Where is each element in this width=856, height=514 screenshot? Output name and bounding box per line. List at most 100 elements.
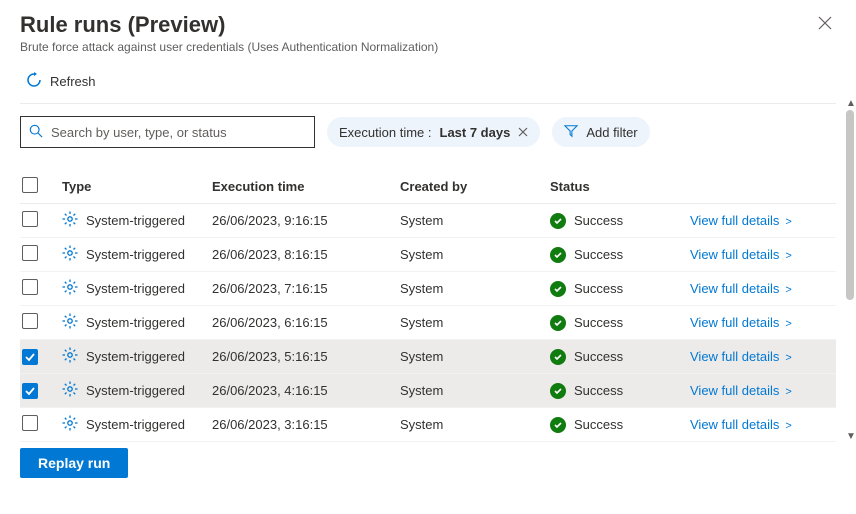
close-icon (818, 16, 832, 30)
refresh-icon (26, 72, 42, 91)
search-box[interactable] (20, 116, 315, 148)
search-icon (29, 124, 43, 141)
close-button[interactable] (814, 12, 836, 39)
gear-icon (62, 347, 78, 366)
type-label: System-triggered (86, 349, 185, 364)
status-label: Success (574, 417, 623, 432)
success-icon (550, 349, 566, 365)
status-label: Success (574, 349, 623, 364)
page-subtitle: Brute force attack against user credenti… (20, 40, 438, 54)
view-details-link[interactable]: View full details > (690, 417, 792, 432)
add-filter-button[interactable]: Add filter (552, 117, 649, 147)
col-status[interactable]: Status (550, 179, 690, 194)
col-exec-time[interactable]: Execution time (212, 179, 400, 194)
scroll-up-icon[interactable]: ▲ (846, 98, 856, 109)
table-row[interactable]: System-triggered 26/06/2023, 6:16:15Syste… (20, 306, 836, 340)
chevron-right-icon: > (782, 318, 791, 330)
chevron-right-icon: > (782, 386, 791, 398)
add-filter-label: Add filter (586, 125, 637, 140)
created-by-cell: System (400, 383, 550, 398)
table-row[interactable]: System-triggered 26/06/2023, 3:16:15Syste… (20, 408, 836, 442)
type-label: System-triggered (86, 247, 185, 262)
gear-icon (62, 415, 78, 434)
row-checkbox[interactable] (22, 211, 38, 227)
gear-icon (62, 381, 78, 400)
success-icon (550, 281, 566, 297)
view-details-link[interactable]: View full details > (690, 315, 792, 330)
exec-time-cell: 26/06/2023, 4:16:15 (212, 383, 400, 398)
created-by-cell: System (400, 213, 550, 228)
exec-time-cell: 26/06/2023, 7:16:15 (212, 281, 400, 296)
filter-pill-value: Last 7 days (440, 125, 511, 140)
refresh-button[interactable]: Refresh (20, 68, 102, 95)
gear-icon (62, 279, 78, 298)
status-label: Success (574, 247, 623, 262)
success-icon (550, 315, 566, 331)
row-checkbox[interactable] (22, 279, 38, 295)
select-all-checkbox[interactable] (22, 177, 38, 193)
replay-run-button[interactable]: Replay run (20, 448, 128, 478)
table-header: Type Execution time Created by Status (20, 170, 836, 204)
created-by-cell: System (400, 417, 550, 432)
view-details-link[interactable]: View full details > (690, 383, 792, 398)
status-label: Success (574, 213, 623, 228)
created-by-cell: System (400, 315, 550, 330)
filter-pill-remove[interactable] (518, 125, 528, 140)
row-checkbox[interactable] (22, 415, 38, 431)
exec-time-cell: 26/06/2023, 3:16:15 (212, 417, 400, 432)
filter-icon (564, 124, 578, 141)
status-label: Success (574, 315, 623, 330)
table-row[interactable]: System-triggered 26/06/2023, 7:16:15Syste… (20, 272, 836, 306)
chevron-right-icon: > (782, 352, 791, 364)
success-icon (550, 417, 566, 433)
filter-pill-execution-time[interactable]: Execution time : Last 7 days (327, 117, 540, 147)
success-icon (550, 247, 566, 263)
filter-pill-label: Execution time : (339, 125, 432, 140)
rule-runs-table: Type Execution time Created by Status Sy… (20, 170, 836, 442)
exec-time-cell: 26/06/2023, 8:16:15 (212, 247, 400, 262)
scrollbar-thumb[interactable] (846, 110, 854, 300)
chevron-right-icon: > (782, 284, 791, 296)
type-label: System-triggered (86, 315, 185, 330)
page-title: Rule runs (Preview) (20, 12, 438, 38)
table-row[interactable]: System-triggered 26/06/2023, 5:16:15Syste… (20, 340, 836, 374)
type-label: System-triggered (86, 383, 185, 398)
gear-icon (62, 245, 78, 264)
type-label: System-triggered (86, 417, 185, 432)
created-by-cell: System (400, 247, 550, 262)
view-details-link[interactable]: View full details > (690, 349, 792, 364)
search-input[interactable] (51, 125, 306, 140)
view-details-link[interactable]: View full details > (690, 247, 792, 262)
exec-time-cell: 26/06/2023, 6:16:15 (212, 315, 400, 330)
col-type[interactable]: Type (62, 179, 212, 194)
table-row[interactable]: System-triggered 26/06/2023, 4:16:15Syste… (20, 374, 836, 408)
chevron-right-icon: > (782, 250, 791, 262)
view-details-link[interactable]: View full details > (690, 281, 792, 296)
exec-time-cell: 26/06/2023, 9:16:15 (212, 213, 400, 228)
gear-icon (62, 211, 78, 230)
scroll-down-icon[interactable]: ▼ (846, 431, 856, 442)
row-checkbox[interactable] (22, 349, 38, 365)
vertical-scrollbar[interactable]: ▲ ▼ (846, 110, 854, 430)
row-checkbox[interactable] (22, 245, 38, 261)
exec-time-cell: 26/06/2023, 5:16:15 (212, 349, 400, 364)
refresh-label: Refresh (50, 74, 96, 89)
chevron-right-icon: > (782, 216, 791, 228)
success-icon (550, 213, 566, 229)
col-created-by[interactable]: Created by (400, 179, 550, 194)
status-label: Success (574, 281, 623, 296)
row-checkbox[interactable] (22, 383, 38, 399)
row-checkbox[interactable] (22, 313, 38, 329)
created-by-cell: System (400, 349, 550, 364)
table-row[interactable]: System-triggered 26/06/2023, 9:16:15Syste… (20, 204, 836, 238)
table-row[interactable]: System-triggered 26/06/2023, 8:16:15Syste… (20, 238, 836, 272)
created-by-cell: System (400, 281, 550, 296)
view-details-link[interactable]: View full details > (690, 213, 792, 228)
type-label: System-triggered (86, 213, 185, 228)
chevron-right-icon: > (782, 420, 791, 432)
success-icon (550, 383, 566, 399)
close-icon (518, 127, 528, 137)
status-label: Success (574, 383, 623, 398)
gear-icon (62, 313, 78, 332)
type-label: System-triggered (86, 281, 185, 296)
